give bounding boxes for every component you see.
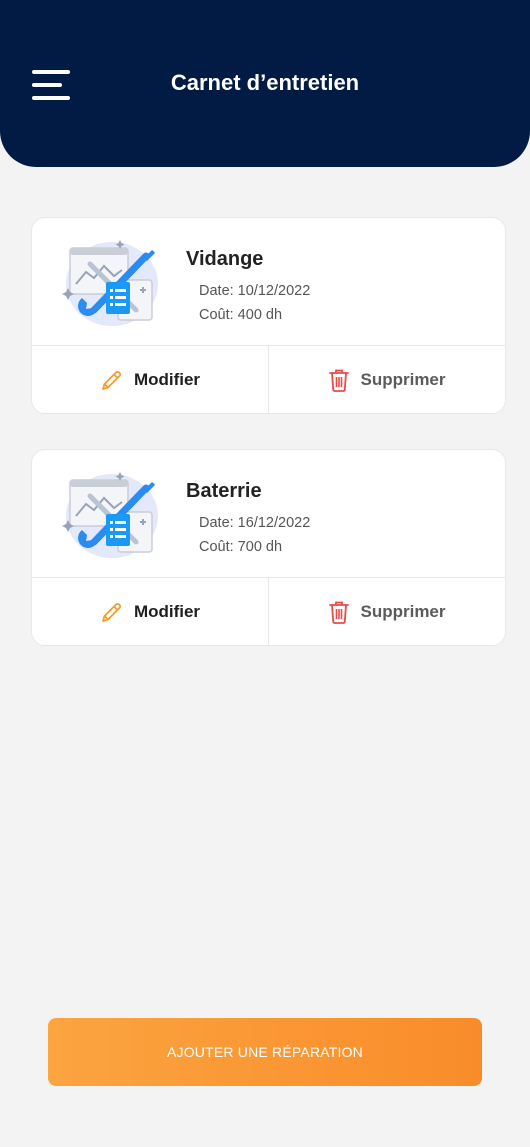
- pencil-icon: [102, 370, 121, 390]
- repair-tools-illustration: [62, 240, 158, 326]
- add-repair-button[interactable]: AJOUTER UNE RÉPARATION: [48, 1018, 482, 1086]
- delete-label: Supprimer: [360, 601, 446, 621]
- edit-label: Modifier: [133, 369, 201, 389]
- edit-label: Modifier: [133, 601, 201, 621]
- repair-name: Baterrie: [186, 480, 262, 502]
- page-title: Carnet d’entretien: [170, 70, 360, 95]
- repair-cost: Coût: 700 dh: [199, 539, 283, 555]
- repair-tools-illustration: [62, 472, 158, 558]
- trash-icon: [329, 601, 350, 624]
- pencil-icon: [102, 602, 121, 622]
- delete-button[interactable]: Supprimer: [268, 578, 505, 645]
- card-actions: Modifier Supprimer: [32, 345, 505, 413]
- edit-button[interactable]: Modifier: [32, 578, 268, 645]
- delete-button[interactable]: Supprimer: [268, 346, 505, 413]
- trash-icon: [329, 369, 350, 392]
- repair-date: Date: 10/12/2022: [199, 283, 311, 299]
- card-actions: Modifier Supprimer: [32, 577, 505, 645]
- repair-name: Vidange: [186, 248, 264, 270]
- app-header: Carnet d’entretien: [0, 0, 530, 167]
- repair-card: Vidange Date: 10/12/2022 Coût: 400 dh Mo…: [31, 217, 506, 414]
- repair-card: Baterrie Date: 16/12/2022 Coût: 700 dh M…: [31, 449, 506, 646]
- edit-button[interactable]: Modifier: [32, 346, 268, 413]
- delete-label: Supprimer: [360, 369, 446, 389]
- repair-date: Date: 16/12/2022: [199, 515, 311, 531]
- repair-cost: Coût: 400 dh: [199, 307, 283, 323]
